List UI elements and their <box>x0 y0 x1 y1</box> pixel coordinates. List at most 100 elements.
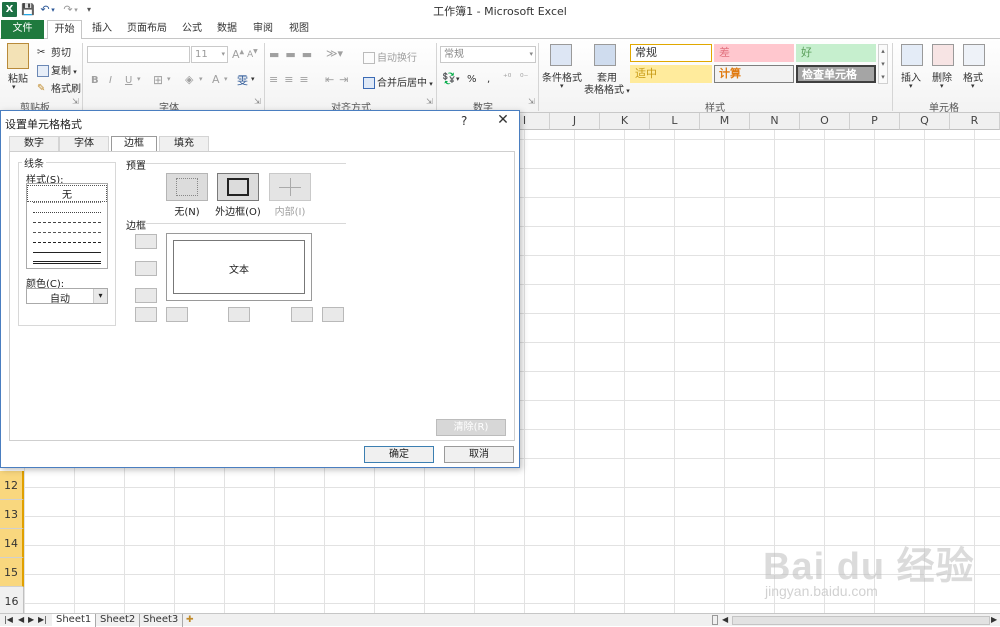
insert-sheet-icon[interactable]: ✚ <box>186 615 194 625</box>
delete-cells-icon[interactable] <box>932 44 954 66</box>
row-header-14[interactable]: 14 <box>0 529 24 558</box>
chevron-down-icon[interactable]: ▾ <box>93 289 107 303</box>
paste-icon[interactable] <box>7 43 29 69</box>
border-bottom-button[interactable] <box>135 288 157 303</box>
table-format-icon[interactable] <box>594 44 616 66</box>
cancel-button[interactable]: 取消 <box>444 446 514 463</box>
line-style-list[interactable]: 无 <box>26 183 108 269</box>
font-color-icon[interactable]: A <box>212 73 220 86</box>
paste-dropdown-icon[interactable]: ▾ <box>12 83 16 91</box>
fill-color-dropdown-icon[interactable]: ▾ <box>199 75 203 83</box>
style-neutral[interactable]: 适中 <box>630 65 712 83</box>
insert-dropdown-icon[interactable]: ▾ <box>909 82 913 90</box>
ok-button[interactable]: 确定 <box>364 446 434 463</box>
sheet-tab-sheet2[interactable]: Sheet2 <box>96 614 141 627</box>
first-sheet-icon[interactable]: |◀ <box>4 615 13 624</box>
style-bad[interactable]: 差 <box>714 44 794 62</box>
style-check-cell[interactable]: 检查单元格 <box>796 65 876 83</box>
border-right-button[interactable] <box>291 307 313 322</box>
tab-font[interactable]: 字体 <box>59 136 109 151</box>
bold-button[interactable]: B <box>91 75 99 86</box>
grow-font-icon[interactable]: A▲ <box>232 48 244 61</box>
row-header-16[interactable]: 16 <box>0 587 24 616</box>
comma-button[interactable]: , <box>487 74 490 85</box>
column-header-p[interactable]: P <box>850 113 900 130</box>
font-size-combo[interactable]: 11 ▾ <box>191 46 228 63</box>
column-header-l[interactable]: L <box>650 113 700 130</box>
border-diagonal-down-button[interactable] <box>322 307 344 322</box>
border-center-button[interactable] <box>228 307 250 322</box>
border-middle-button[interactable] <box>135 261 157 276</box>
sheet-tab-sheet1[interactable]: Sheet1 <box>52 614 97 627</box>
accounting-dropdown-icon[interactable]: ▾ <box>456 75 460 83</box>
fill-color-icon[interactable]: ◈ <box>185 73 193 86</box>
close-icon[interactable]: ✕ <box>494 112 512 128</box>
horizontal-align-icons[interactable]: ≡≡≡ <box>269 73 315 86</box>
row-header-13[interactable]: 13 <box>0 500 24 529</box>
line-style-dashdot[interactable] <box>33 232 101 233</box>
row-header-12[interactable]: 12 <box>0 471 24 500</box>
format-dropdown-icon[interactable]: ▾ <box>971 82 975 90</box>
tab-view[interactable]: 视图 <box>281 20 317 39</box>
tab-page-layout[interactable]: 页面布局 <box>119 20 175 39</box>
insert-cells-icon[interactable] <box>901 44 923 66</box>
prev-sheet-icon[interactable]: ◀ <box>18 615 24 624</box>
underline-dropdown-icon[interactable]: ▾ <box>137 75 141 83</box>
increase-decimal-icon[interactable]: ⁺⁰ <box>503 73 511 83</box>
clipboard-launcher-icon[interactable]: ⇲ <box>72 97 79 106</box>
cut-button[interactable]: ✂ 剪切 <box>37 44 71 59</box>
tab-formulas[interactable]: 公式 <box>174 20 210 39</box>
tab-number[interactable]: 数字 <box>9 136 59 151</box>
border-left-button[interactable] <box>166 307 188 322</box>
phonetic-dropdown-icon[interactable]: ▾ <box>251 75 255 83</box>
font-color-dropdown-icon[interactable]: ▾ <box>224 75 228 83</box>
font-launcher-icon[interactable]: ⇲ <box>254 97 261 106</box>
decrease-decimal-icon[interactable]: ⁰⁻ <box>520 73 528 83</box>
border-diagonal-up-button[interactable] <box>135 307 157 322</box>
phonetic-icon[interactable]: 雯 <box>237 72 248 88</box>
conditional-format-dropdown-icon[interactable]: ▾ <box>560 82 564 90</box>
format-painter-button[interactable]: ✎ 格式刷 <box>37 80 81 95</box>
merge-center-button[interactable]: 合并后居中 ▾ <box>363 74 433 89</box>
hscroll-right-icon[interactable]: ▶ <box>991 615 997 624</box>
line-style-hair[interactable] <box>33 202 101 203</box>
delete-dropdown-icon[interactable]: ▾ <box>940 82 944 90</box>
cell-styles-gallery[interactable]: 常规 差 好 适中 计算 检查单元格 <box>630 44 878 84</box>
indent-icons[interactable]: ⇤⇥ <box>325 73 353 86</box>
accounting-format-icon[interactable]: 💱 <box>442 72 456 85</box>
tab-data[interactable]: 数据 <box>209 20 245 39</box>
tab-fill[interactable]: 填充 <box>159 136 209 151</box>
style-good[interactable]: 好 <box>796 44 876 62</box>
preset-outline-button[interactable] <box>217 173 259 201</box>
last-sheet-icon[interactable]: ▶| <box>38 615 47 624</box>
next-sheet-icon[interactable]: ▶ <box>28 615 34 624</box>
font-name-combo[interactable] <box>87 46 190 63</box>
styles-scroll[interactable]: ▴ ▾ ▾ <box>878 44 888 84</box>
percent-button[interactable]: % <box>467 74 477 85</box>
underline-button[interactable]: U <box>125 75 132 86</box>
table-format-label-2[interactable]: 表格格式 ▾ <box>584 81 630 96</box>
line-style-thin[interactable] <box>33 252 101 253</box>
column-header-n[interactable]: N <box>750 113 800 130</box>
column-header-m[interactable]: M <box>700 113 750 130</box>
orientation-icon[interactable]: ≫▾ <box>326 47 343 60</box>
column-header-o[interactable]: O <box>800 113 850 130</box>
tab-insert[interactable]: 插入 <box>84 20 120 39</box>
border-preview[interactable]: 文本 <box>166 233 312 301</box>
conditional-format-icon[interactable] <box>550 44 572 66</box>
hscroll-split-handle[interactable] <box>712 615 718 625</box>
copy-button[interactable]: 复制 ▾ <box>37 62 77 77</box>
hscroll-left-icon[interactable]: ◀ <box>722 615 728 624</box>
tab-file[interactable]: 文件 <box>1 20 44 39</box>
tab-review[interactable]: 审阅 <box>245 20 281 39</box>
wrap-text-button[interactable]: 自动换行 <box>363 49 417 64</box>
line-style-dashed[interactable] <box>33 242 101 243</box>
number-launcher-icon[interactable]: ⇲ <box>528 97 535 106</box>
shrink-font-icon[interactable]: A▼ <box>247 48 258 60</box>
line-style-none[interactable]: 无 <box>27 185 107 202</box>
sheet-tab-sheet3[interactable]: Sheet3 <box>139 614 184 627</box>
number-format-combo[interactable]: 常规 ▾ <box>440 46 536 63</box>
tab-border[interactable]: 边框 <box>111 136 157 152</box>
vertical-align-icons[interactable]: ▬▬▬ <box>269 48 318 61</box>
line-color-select[interactable]: 自动 ▾ <box>26 288 108 305</box>
